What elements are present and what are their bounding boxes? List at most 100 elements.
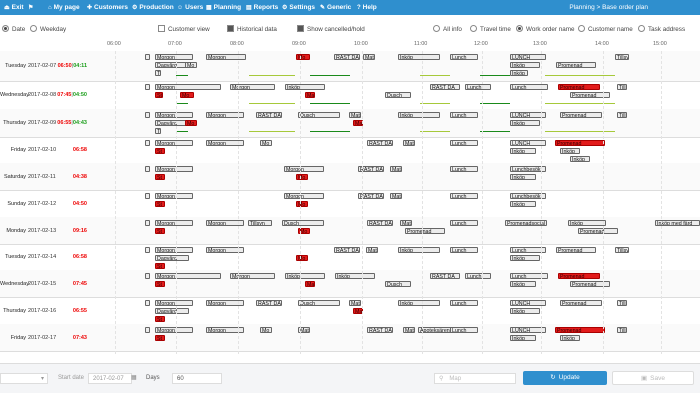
- row-marker[interactable]: [145, 273, 150, 279]
- task-block[interactable]: Tills: [617, 112, 627, 118]
- task-block[interactable]: Morgon: [284, 166, 324, 172]
- task-block[interactable]: Mo: [185, 62, 197, 68]
- task-block[interactable]: Dusch: [282, 220, 324, 226]
- task-block[interactable]: St: [155, 148, 165, 154]
- task-block[interactable]: Morgon: [155, 112, 193, 118]
- task-block[interactable]: Inköp: [560, 335, 580, 341]
- task-block[interactable]: RAST DA: [367, 140, 393, 146]
- task-block[interactable]: Promenad: [556, 247, 596, 253]
- task-block[interactable]: RAST DA: [367, 327, 393, 333]
- task-block[interactable]: Morgon: [155, 166, 193, 172]
- task-block[interactable]: Mat: [363, 54, 375, 60]
- task-block[interactable]: Morgon: [206, 54, 246, 60]
- task-block[interactable]: Promenad: [558, 84, 600, 90]
- task-block[interactable]: Lunch: [465, 273, 491, 279]
- radio-date[interactable]: Date: [2, 24, 25, 35]
- menu-item-flag[interactable]: ⚑: [28, 0, 35, 15]
- task-block[interactable]: Mo: [296, 255, 308, 261]
- task-block[interactable]: Mat: [403, 327, 415, 333]
- task-block[interactable]: Mo: [260, 327, 272, 333]
- task-block[interactable]: Inköp: [510, 148, 536, 154]
- task-block[interactable]: Promenad: [570, 92, 610, 98]
- task-block[interactable]: Lunch: [450, 140, 478, 146]
- radio-weekday[interactable]: Weekday: [30, 24, 66, 35]
- task-block[interactable]: Dagvård: [155, 62, 189, 68]
- task-block[interactable]: Morgon: [155, 327, 193, 333]
- task-block[interactable]: St: [155, 228, 165, 234]
- task-block[interactable]: Inköp: [398, 300, 440, 306]
- task-block[interactable]: Morgon: [155, 273, 221, 279]
- task-block[interactable]: RAST DA: [256, 300, 282, 306]
- task-block[interactable]: Inköp: [510, 201, 536, 207]
- checkbox-historical-data[interactable]: Historical data: [227, 24, 277, 35]
- task-block[interactable]: Mat: [400, 220, 412, 226]
- task-block[interactable]: Promenad: [405, 228, 445, 234]
- update-button[interactable]: ↻ Update: [523, 371, 607, 385]
- save-button[interactable]: ▣ Save: [612, 371, 694, 385]
- task-block[interactable]: Lunch: [450, 112, 478, 118]
- menu-item-production[interactable]: ⚙ Production: [132, 0, 174, 15]
- task-block[interactable]: Mat: [403, 140, 415, 146]
- task-block[interactable]: Inköp: [510, 174, 536, 180]
- task-block[interactable]: RAST DA: [256, 112, 282, 118]
- task-block[interactable]: Promenad: [560, 300, 602, 306]
- menu-item-reports[interactable]: ▤ Reports: [246, 0, 278, 15]
- task-block[interactable]: St: [155, 201, 165, 207]
- checkbox-customer-view[interactable]: Customer view: [158, 24, 210, 35]
- task-block[interactable]: Lunch: [450, 247, 478, 253]
- task-block[interactable]: Inköp: [570, 156, 590, 162]
- task-block[interactable]: Inköp: [568, 220, 606, 226]
- task-block[interactable]: Mat: [305, 281, 315, 287]
- task-block[interactable]: Dagvård: [155, 255, 189, 261]
- menu-item-customers[interactable]: ✚ Customers: [87, 0, 128, 15]
- task-block[interactable]: St: [155, 316, 165, 322]
- radio-travel-time[interactable]: Travel time: [470, 24, 511, 35]
- task-block[interactable]: Lunch: [450, 327, 478, 333]
- task-block[interactable]: Inköp: [510, 255, 540, 261]
- task-block[interactable]: St: [155, 92, 163, 98]
- task-block[interactable]: Lunch: [465, 84, 491, 90]
- task-block[interactable]: St: [155, 281, 165, 287]
- task-block[interactable]: Inköp: [285, 273, 325, 279]
- task-block[interactable]: Inköp: [510, 281, 536, 287]
- task-block[interactable]: RAST DA: [334, 54, 360, 60]
- menu-item-help[interactable]: ? Help: [357, 0, 377, 15]
- task-block[interactable]: Lunch: [450, 54, 478, 60]
- row-marker[interactable]: [145, 193, 150, 199]
- row-marker[interactable]: [145, 54, 150, 60]
- days-input[interactable]: 60: [172, 373, 222, 384]
- task-block[interactable]: St: [155, 263, 165, 269]
- task-block[interactable]: Tillsyn: [615, 247, 629, 253]
- row-marker[interactable]: [145, 327, 150, 333]
- task-block[interactable]: Dusch: [298, 112, 340, 118]
- task-block[interactable]: Inköp: [510, 308, 540, 314]
- task-block[interactable]: Inköp: [510, 70, 528, 76]
- menu-item-generic[interactable]: ✎ Generic: [320, 0, 351, 15]
- row-marker[interactable]: [145, 300, 150, 306]
- task-block[interactable]: Mo: [185, 120, 197, 126]
- checkbox-show-cancelled[interactable]: Show cancelled/hold: [297, 24, 365, 35]
- task-block[interactable]: Tillsyn: [615, 54, 629, 60]
- task-block[interactable]: Tills: [617, 327, 627, 333]
- task-block[interactable]: Lunch: [510, 84, 548, 90]
- row-marker[interactable]: [145, 220, 150, 226]
- task-block[interactable]: Inköp: [510, 62, 540, 68]
- start-date-input[interactable]: 2017-02-07: [88, 373, 132, 384]
- task-block[interactable]: Inköp: [285, 84, 325, 90]
- task-block[interactable]: Inköp: [398, 247, 440, 253]
- task-block[interactable]: St: [155, 335, 165, 341]
- task-block[interactable]: Mo: [180, 92, 194, 98]
- task-block[interactable]: Mo: [260, 140, 272, 146]
- row-marker[interactable]: [145, 84, 150, 90]
- task-block[interactable]: Mo: [296, 174, 308, 180]
- task-block[interactable]: Lunch: [450, 300, 478, 306]
- task-block[interactable]: Dusch: [298, 300, 340, 306]
- menu-item-users[interactable]: ☺ Users: [177, 0, 203, 15]
- task-block[interactable]: RAST DA: [334, 247, 360, 253]
- task-block[interactable]: Inköp: [510, 120, 540, 126]
- task-block[interactable]: Dusch: [385, 92, 411, 98]
- row-marker[interactable]: [145, 140, 150, 146]
- task-block[interactable]: Tillsyn: [248, 220, 272, 226]
- task-block[interactable]: Mat: [390, 193, 402, 199]
- task-block[interactable]: Morgon: [155, 193, 193, 199]
